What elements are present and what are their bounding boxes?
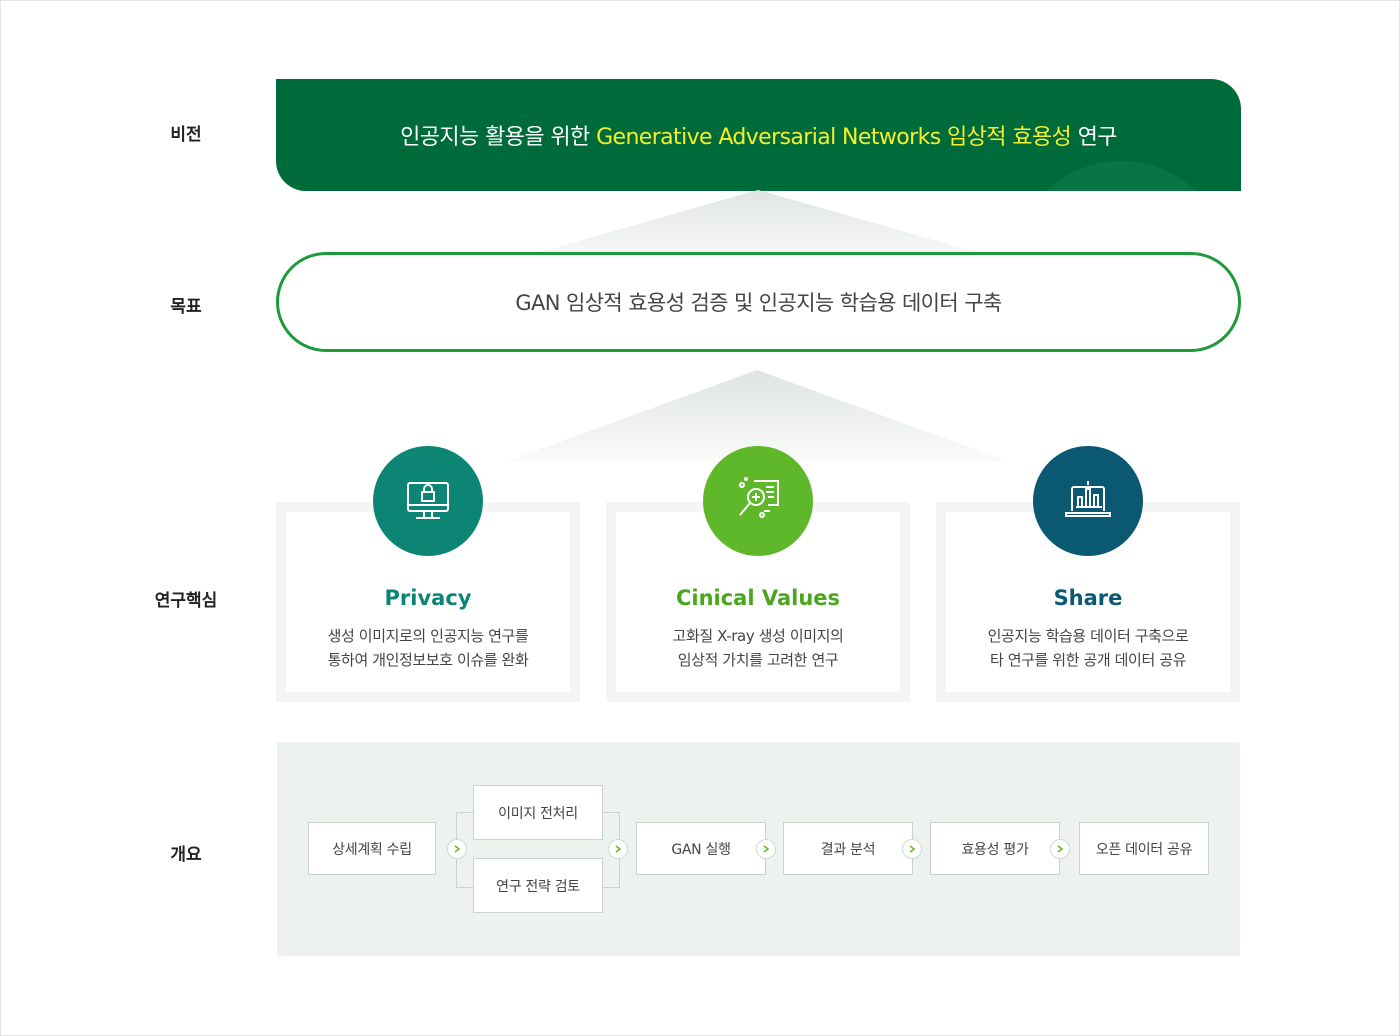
magnifier-document-icon bbox=[703, 446, 813, 556]
vision-banner: 인공지능 활용을 위한 Generative Adversarial Netwo… bbox=[276, 79, 1241, 191]
monitor-lock-icon bbox=[373, 446, 483, 556]
step-result-analysis: 결과 분석 bbox=[783, 822, 913, 875]
goal-box: GAN 임상적 효용성 검증 및 인공지능 학습용 데이터 구축 bbox=[276, 252, 1241, 352]
vision-text: 인공지능 활용을 위한 Generative Adversarial Netwo… bbox=[400, 125, 1117, 150]
step-detailed-plan: 상세계획 수립 bbox=[308, 822, 436, 875]
chevron-right-icon bbox=[608, 839, 628, 859]
decorative-arc bbox=[1021, 161, 1221, 191]
card-description: 인공지능 학습용 데이터 구축으로 타 연구를 위한 공개 데이터 공유 bbox=[987, 627, 1189, 669]
card-description: 생성 이미지로의 인공지능 연구를 통하여 개인정보보호 이슈를 완화 bbox=[327, 627, 529, 669]
chevron-right-icon bbox=[902, 839, 922, 859]
step-image-preprocessing: 이미지 전처리 bbox=[473, 785, 603, 840]
label-overview: 개요 bbox=[170, 845, 202, 865]
step-gan-execution: GAN 실행 bbox=[636, 822, 766, 875]
connector-triangle-top bbox=[540, 190, 976, 252]
card-title: Share bbox=[1053, 586, 1123, 610]
chevron-right-icon bbox=[756, 839, 776, 859]
laptop-chart-icon bbox=[1033, 446, 1143, 556]
goal-text: GAN 임상적 효용성 검증 및 인공지능 학습용 데이터 구축 bbox=[515, 291, 1002, 315]
label-core: 연구핵심 bbox=[154, 591, 218, 611]
vision-highlight: Generative Adversarial Networks 임상적 효용성 bbox=[596, 125, 1072, 150]
card-title: Cinical Values bbox=[675, 586, 841, 610]
label-vision: 비전 bbox=[170, 125, 202, 145]
card-title: Privacy bbox=[384, 586, 472, 610]
label-goal: 목표 bbox=[170, 297, 202, 317]
chevron-right-icon bbox=[1050, 839, 1070, 859]
chevron-right-icon bbox=[447, 839, 467, 859]
step-open-data-sharing: 오픈 데이터 공유 bbox=[1079, 822, 1209, 875]
card-description: 고화질 X-ray 생성 이미지의 임상적 가치를 고려한 연구 bbox=[672, 627, 844, 669]
step-strategy-review: 연구 전략 검토 bbox=[473, 858, 603, 913]
step-utility-evaluation: 효용성 평가 bbox=[930, 822, 1060, 875]
